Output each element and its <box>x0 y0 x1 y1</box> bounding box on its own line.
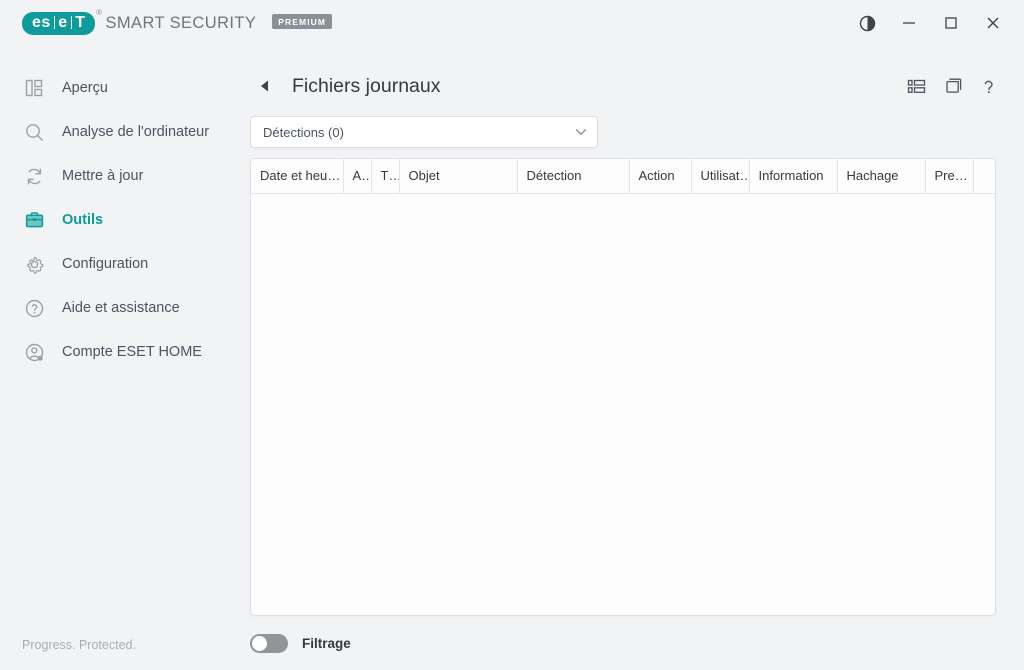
log-table-column-header[interactable]: Date et heu… <box>251 159 344 194</box>
main-content: Fichiers journaux Détections (0) Date et… <box>250 46 1024 670</box>
magnifier-icon <box>22 120 46 144</box>
eset-application-window: es e T ® SMART SECURITY PREMIUM Aperçu A… <box>0 0 1024 670</box>
product-name: SMART SECURITY <box>105 13 257 32</box>
briefcase-icon <box>22 208 46 232</box>
log-table-column-header[interactable]: Hachage <box>837 159 926 194</box>
eset-logo: es e T ® <box>22 8 102 35</box>
filter-toggle-knob <box>252 635 267 651</box>
sidebar-item-mettre-a-jour[interactable]: Mettre à jour <box>0 154 250 198</box>
sidebar-item-label: Outils <box>62 212 104 228</box>
maximize-icon[interactable] <box>930 0 972 46</box>
log-table-column-header[interactable]: T… <box>371 159 400 194</box>
protection-status-text: Progress. Protected. <box>22 638 136 652</box>
layout-list-icon[interactable] <box>907 78 926 95</box>
sidebar-item-label: Mettre à jour <box>62 168 144 184</box>
sidebar-item-label: Aperçu <box>62 80 108 96</box>
sidebar-item-aide-assistance[interactable]: Aide et assistance <box>0 286 250 330</box>
page-title: Fichiers journaux <box>292 74 441 97</box>
window-body: Aperçu Analyse de l'ordinateur Mettre à … <box>0 46 1024 670</box>
log-table-column-header[interactable]: Utilisat… <box>691 159 750 194</box>
log-table-column-header[interactable]: Action <box>629 159 692 194</box>
sidebar-item-label: Configuration <box>62 256 149 272</box>
copy-windows-icon[interactable] <box>944 77 964 96</box>
window-controls <box>846 0 1024 46</box>
sidebar-item-compte-eset-home[interactable]: Compte ESET HOME <box>0 330 250 374</box>
refresh-arrows-icon <box>22 164 46 188</box>
log-type-dropdown[interactable]: Détections (0) <box>250 116 598 148</box>
sidebar-navigation: Aperçu Analyse de l'ordinateur Mettre à … <box>0 46 250 670</box>
minimize-icon[interactable] <box>888 0 930 46</box>
log-table-column-header[interactable]: Objet <box>399 159 518 194</box>
registered-trademark-mark: ® <box>96 7 103 17</box>
chevron-left-icon[interactable] <box>252 73 278 99</box>
sidebar-item-label: Analyse de l'ordinateur <box>62 124 210 140</box>
filter-toggle-label: Filtrage <box>302 635 351 651</box>
theme-contrast-icon[interactable] <box>846 0 888 46</box>
chevron-down-icon <box>575 128 587 136</box>
log-selector-row: Détections (0) <box>250 110 996 158</box>
log-table-container: Date et heu…A…T…ObjetDétectionActionUtil… <box>250 158 996 616</box>
eset-logo-text-1: es <box>32 13 51 31</box>
log-table: Date et heu…A…T…ObjetDétectionActionUtil… <box>251 159 995 194</box>
sidebar-item-analyse-ordinateur[interactable]: Analyse de l'ordinateur <box>0 110 250 154</box>
eset-logo-text-2: e <box>58 13 68 31</box>
log-table-column-header[interactable]: A… <box>343 159 372 194</box>
log-table-head: Date et heu…A…T…ObjetDétectionActionUtil… <box>251 159 995 194</box>
question-circle-icon <box>22 296 46 320</box>
close-icon[interactable] <box>972 0 1014 46</box>
help-question-icon[interactable] <box>982 77 996 96</box>
gear-icon <box>22 252 46 276</box>
log-table-column-header[interactable]: Détection <box>517 159 630 194</box>
log-table-header-row: Date et heu…A…T…ObjetDétectionActionUtil… <box>251 159 995 194</box>
sidebar-item-apercu[interactable]: Aperçu <box>0 66 250 110</box>
log-table-column-header[interactable] <box>973 159 995 194</box>
table-footer: Filtrage <box>250 616 996 670</box>
sidebar-item-label: Compte ESET HOME <box>62 344 202 360</box>
header-actions <box>907 77 996 96</box>
log-table-body-empty[interactable] <box>251 193 995 615</box>
log-type-selected-value: Détections (0) <box>263 124 344 140</box>
page-header: Fichiers journaux <box>250 62 996 110</box>
log-table-column-header[interactable]: Pre… <box>925 159 974 194</box>
eset-logo-separator-1 <box>53 16 56 29</box>
filter-toggle[interactable] <box>250 633 288 653</box>
sidebar-item-outils[interactable]: Outils <box>0 198 250 242</box>
eset-logo-text-3: T <box>75 13 86 31</box>
eset-logo-separator-2 <box>70 16 73 29</box>
log-table-column-header[interactable]: Information <box>749 159 838 194</box>
edition-badge: PREMIUM <box>272 13 333 29</box>
sidebar-item-label: Aide et assistance <box>62 300 180 316</box>
dashboard-grid-icon <box>22 76 46 100</box>
sidebar-item-configuration[interactable]: Configuration <box>0 242 250 286</box>
title-bar: es e T ® SMART SECURITY PREMIUM <box>0 0 1024 46</box>
brand-area: es e T ® SMART SECURITY PREMIUM <box>22 8 333 35</box>
user-account-icon <box>22 340 46 364</box>
